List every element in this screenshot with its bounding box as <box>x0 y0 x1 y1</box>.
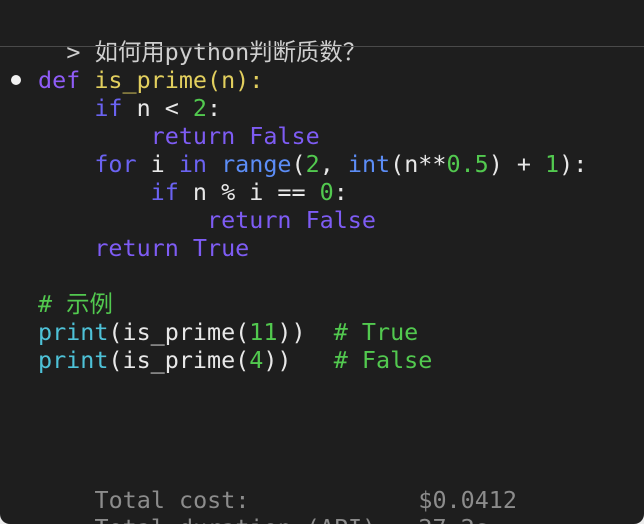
code-token: i <box>136 150 179 178</box>
code-token: 2 <box>192 94 208 122</box>
code-token: 1 <box>545 150 560 178</box>
code-token: )) <box>277 318 334 346</box>
code-line: print(is_prime(11)) # True <box>38 318 587 346</box>
code-token: n < <box>122 94 193 122</box>
code-token: print <box>38 318 109 346</box>
code-token: range <box>221 150 292 178</box>
code-token: # False <box>333 346 433 374</box>
code-token: 11 <box>249 318 278 346</box>
status-dot-icon <box>11 75 21 85</box>
usage-summary: Total cost: $0.0412 Total duration (API):… <box>10 458 517 524</box>
code-line: # 示例 <box>38 290 587 318</box>
code-line: for i in range(2, int(n**0.5) + 1): <box>38 150 587 178</box>
code-token: return False <box>38 122 320 150</box>
code-line: return False <box>38 122 587 150</box>
code-token: (is_prime( <box>108 346 250 374</box>
code-token: 2 <box>305 150 320 178</box>
code-block: def is_prime(n): if n < 2: return False … <box>38 66 587 374</box>
code-token: return True <box>38 234 250 262</box>
code-line: return False <box>38 206 587 234</box>
code-token: 0.5 <box>446 150 489 178</box>
code-token: n % i == <box>178 178 320 206</box>
code-token: # True <box>333 318 419 346</box>
code-token: : <box>207 94 222 122</box>
code-token: (is_prime( <box>108 318 250 346</box>
code-token: return False <box>38 206 376 234</box>
divider <box>0 46 644 47</box>
code-token: for <box>38 150 137 178</box>
code-token: ): <box>559 150 588 178</box>
prompt-symbol: > <box>66 38 81 66</box>
cost-value: $0.0412 <box>418 486 517 514</box>
code-line: def is_prime(n): <box>38 66 587 94</box>
code-token: )) <box>263 346 334 374</box>
code-token: : <box>333 178 348 206</box>
prompt-text: 如何用python判断质数？ <box>94 38 367 66</box>
code-token: print <box>38 346 109 374</box>
code-token: int <box>347 150 391 178</box>
terminal-window: > 如何用python判断质数？ def is_prime(n): if n < … <box>0 0 644 524</box>
code-line: print(is_prime(4)) # False <box>38 346 587 374</box>
cost-row: Total cost: $0.0412 <box>10 458 517 514</box>
duration-label: Total duration (API): <box>95 514 419 524</box>
code-token: if <box>38 94 123 122</box>
code-token: in <box>178 150 222 178</box>
code-line: if n % i == 0: <box>38 178 587 206</box>
code-line: if n < 2: <box>38 94 587 122</box>
code-token: if <box>38 178 179 206</box>
code-token: # 示例 <box>38 290 113 318</box>
duration-value: 27.2s <box>418 514 488 524</box>
code-token: , <box>319 150 348 178</box>
code-token: def <box>38 66 95 94</box>
cost-label: Total cost: <box>94 486 250 514</box>
code-token: ( <box>291 150 306 178</box>
user-prompt: > 如何用python判断质数？ <box>10 10 366 66</box>
code-token: 4 <box>249 346 264 374</box>
code-token: is_prime(n): <box>94 66 264 94</box>
code-token: ) + <box>488 150 546 178</box>
code-line: return True <box>38 234 587 262</box>
code-token: 0 <box>319 178 334 206</box>
code-token: (n** <box>390 150 447 178</box>
